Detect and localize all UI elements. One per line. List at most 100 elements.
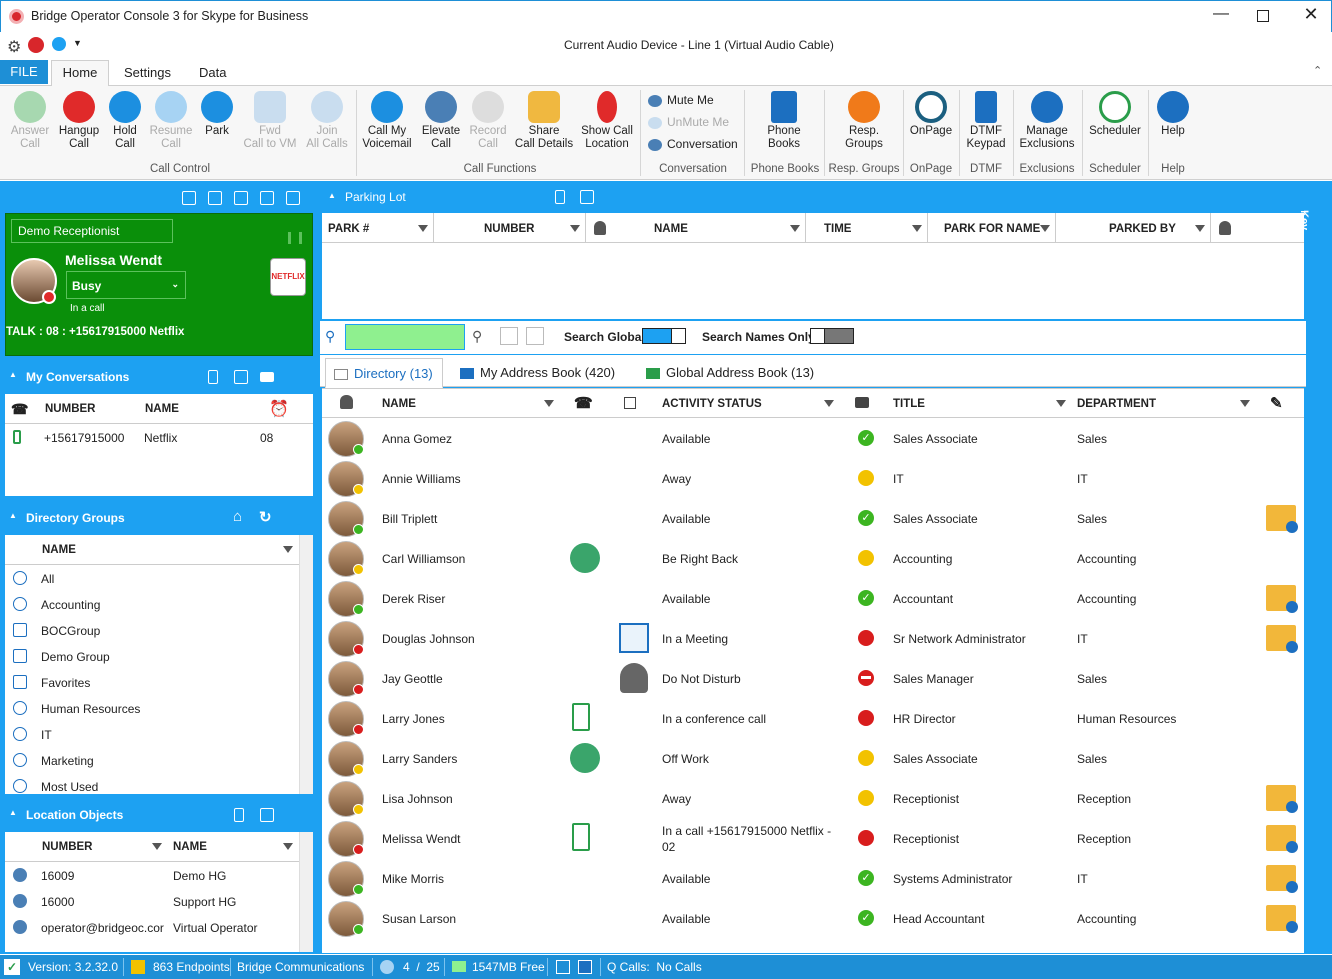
edit-icon[interactable]: ✎ [1270, 394, 1283, 412]
presence-select[interactable]: Busy ⌄ [66, 271, 186, 299]
monitor-icon[interactable] [208, 191, 222, 205]
skype-icon[interactable] [52, 37, 66, 51]
parking-col-number[interactable]: NUMBER [484, 223, 534, 235]
tab-my-address-book[interactable]: My Address Book (420) [460, 365, 615, 380]
help-button[interactable]: Help [1150, 91, 1196, 138]
clear-search-icon[interactable]: ⚲ [472, 328, 482, 345]
collapse-icon[interactable]: ▲ [328, 191, 336, 200]
table-row[interactable]: Derek Riser Available ✓ Accountant Accountin… [322, 579, 1304, 619]
note-user-icon[interactable] [1266, 585, 1298, 613]
elevate-call-button[interactable]: Elevate Call [416, 91, 466, 151]
document-icon[interactable] [234, 191, 248, 205]
search-input[interactable] [345, 324, 465, 350]
transfer-icon[interactable] [182, 191, 196, 205]
contact-card-icon[interactable] [580, 190, 594, 204]
fwd-to-vm-button[interactable]: Fwd Call to VM [240, 91, 300, 151]
table-row[interactable]: Douglas Johnson In a Meeting Sr Network Ad… [322, 619, 1304, 659]
group-item[interactable]: Most Used [5, 773, 300, 794]
table-row[interactable]: Annie Williams Away IT IT [322, 459, 1304, 499]
group-item[interactable]: BOCGroup [5, 617, 300, 643]
group-item[interactable]: All [5, 565, 300, 591]
parking-col-park-number[interactable]: PARK # [328, 223, 369, 235]
user-alert-icon[interactable] [28, 37, 44, 53]
parking-col-name[interactable]: NAME [654, 223, 688, 235]
collapse-ribbon-icon[interactable]: ⌃ [1313, 64, 1322, 77]
unmute-me-button[interactable]: UnMute Me [648, 115, 729, 129]
hold-call-button[interactable]: Hold Call [101, 91, 149, 151]
dtmf-keypad-button[interactable]: DTMF Keypad [961, 91, 1011, 151]
refresh-icon[interactable]: ↻ [259, 508, 272, 526]
tab-directory[interactable]: Directory (13) [325, 358, 443, 388]
call-voicemail-button[interactable]: Call My Voicemail [358, 91, 416, 151]
note-user-icon[interactable] [1266, 625, 1298, 653]
location-row[interactable]: 16000 Support HG [5, 888, 300, 914]
scheduler-button[interactable]: Scheduler [1084, 91, 1146, 138]
parking-col-parked-by[interactable]: PARKED BY [1109, 223, 1176, 235]
table-row[interactable]: Bill Triplett Available ✓ Sales Associate Sa… [322, 499, 1304, 539]
filter-icon[interactable] [152, 843, 162, 850]
maximize-button[interactable] [1257, 10, 1269, 22]
phone-books-button[interactable]: Phone Books [752, 91, 816, 151]
join-all-calls-button[interactable]: Join All Calls [300, 91, 354, 151]
contact-card-icon[interactable] [234, 370, 248, 384]
mute-me-button[interactable]: Mute Me [648, 93, 714, 107]
table-row[interactable]: Melissa Wendt In a call +15617915000 Netf… [322, 819, 1304, 859]
filter-icon[interactable] [1040, 225, 1050, 232]
contact-search-icon[interactable] [500, 327, 518, 345]
filter-icon[interactable] [418, 225, 428, 232]
monitor-icon[interactable] [578, 960, 592, 974]
tab-global-address-book[interactable]: Global Address Book (13) [646, 365, 814, 380]
filter-icon[interactable] [1056, 400, 1066, 407]
parking-col-park-for-name[interactable]: PARK FOR NAME [944, 223, 1040, 235]
filter-icon[interactable] [1195, 225, 1205, 232]
filter-icon[interactable] [1240, 400, 1250, 407]
table-row[interactable]: Larry Sanders Off Work Sales Associate Sale… [322, 739, 1304, 779]
table-row[interactable]: Mike Morris Available ✓ Systems Administrat… [322, 859, 1304, 899]
tab-home[interactable]: Home [51, 60, 109, 87]
video-icon[interactable] [260, 372, 274, 382]
minimize-button[interactable]: — [1211, 5, 1231, 25]
mail-icon[interactable] [260, 191, 274, 205]
tab-data[interactable]: Data [199, 65, 226, 80]
table-row[interactable]: Jay Geottle Do Not Disturb Sales Manager Sa… [322, 659, 1304, 699]
answer-call-button[interactable]: Answer Call [6, 91, 54, 151]
table-row[interactable]: Anna Gomez Available ✓ Sales Associate Sales [322, 419, 1304, 459]
group-item[interactable]: Favorites [5, 669, 300, 695]
conversation-button[interactable]: Conversation [648, 137, 738, 151]
resume-call-button[interactable]: Resume Call [147, 91, 195, 151]
close-button[interactable]: ✕ [1301, 4, 1321, 24]
group-item[interactable]: Human Resources [5, 695, 300, 721]
location-row[interactable]: 16009 Demo HG [5, 862, 300, 888]
filter-icon[interactable] [790, 225, 800, 232]
table-row[interactable]: Lisa Johnson Away Receptionist Reception [322, 779, 1304, 819]
search-names-only-toggle[interactable] [810, 328, 854, 344]
location-scrollbar[interactable] [299, 832, 313, 952]
contact-card-icon[interactable] [526, 327, 544, 345]
filter-icon[interactable] [544, 400, 554, 407]
groups-scrollbar[interactable] [299, 535, 313, 794]
collapse-icon[interactable]: ▲ [9, 808, 17, 817]
collapse-icon[interactable]: ▲ [9, 370, 17, 379]
table-row[interactable]: Susan Larson Available ✓ Head Accountant Acc… [322, 899, 1304, 939]
parking-col-time[interactable]: TIME [824, 223, 851, 235]
conversation-row[interactable]: +15617915000 Netflix 08 [5, 426, 313, 450]
chevron-down-icon[interactable]: ▼ [73, 38, 82, 48]
table-row[interactable]: Larry Jones In a conference call HR Direct… [322, 699, 1304, 739]
note-user-icon[interactable] [1266, 785, 1298, 813]
group-item[interactable]: IT [5, 721, 300, 747]
onpage-button[interactable]: OnPage [905, 91, 957, 138]
location-row[interactable]: operator@bridgeoc.cor Virtual Operator [5, 914, 300, 940]
note-user-icon[interactable] [1266, 865, 1298, 893]
park-button[interactable]: Park [193, 91, 241, 138]
resp-groups-button[interactable]: Resp. Groups [832, 91, 896, 151]
contact-card-icon[interactable] [260, 808, 274, 822]
note-user-icon[interactable] [1266, 505, 1298, 533]
group-item[interactable]: Demo Group [5, 643, 300, 669]
phone-icon[interactable] [555, 190, 565, 204]
home-icon[interactable]: ⌂ [233, 508, 242, 525]
note-user-icon[interactable] [1266, 825, 1298, 853]
record-call-button[interactable]: Record Call [464, 91, 512, 151]
filter-icon[interactable] [283, 546, 293, 553]
filter-icon[interactable] [570, 225, 580, 232]
show-call-location-button[interactable]: Show Call Location [577, 91, 637, 151]
